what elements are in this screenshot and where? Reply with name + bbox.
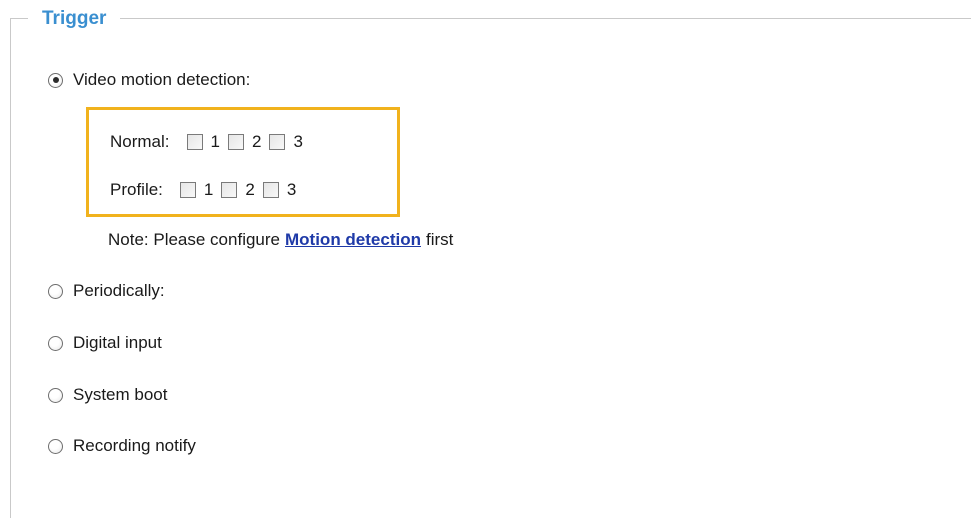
motion-note: Note: Please configure Motion detection … xyxy=(108,230,453,250)
normal-checkbox-1[interactable] xyxy=(186,134,203,150)
recording-notify-radio[interactable] xyxy=(48,438,63,454)
profile-label: Profile: xyxy=(110,180,163,199)
motion-window-highlight xyxy=(86,107,400,217)
video-motion-radio[interactable] xyxy=(48,72,63,88)
system-boot-option[interactable]: System boot xyxy=(48,385,168,405)
profile-row: Profile: 1 2 3 xyxy=(110,180,304,200)
normal-option-1-label: 1 xyxy=(210,132,220,151)
motion-detection-link[interactable]: Motion detection xyxy=(285,230,421,250)
digital-input-option[interactable]: Digital input xyxy=(48,333,162,353)
normal-option-2-label: 2 xyxy=(251,132,262,151)
normal-row: Normal: 1 2 3 xyxy=(110,132,311,152)
digital-input-label: Digital input xyxy=(73,333,162,352)
system-boot-label: System boot xyxy=(73,385,168,404)
profile-checkbox-3[interactable] xyxy=(262,182,279,198)
digital-input-radio[interactable] xyxy=(48,335,63,351)
profile-checkbox-2[interactable] xyxy=(221,182,238,198)
video-motion-option[interactable]: Video motion detection: xyxy=(48,70,250,90)
trigger-legend: Trigger xyxy=(28,6,121,32)
periodically-radio[interactable] xyxy=(48,283,63,299)
note-prefix: Note: Please configure xyxy=(108,230,280,249)
profile-option-2-label: 2 xyxy=(245,180,255,199)
profile-option-3-label: 3 xyxy=(286,180,297,199)
normal-checkbox-3[interactable] xyxy=(269,134,286,150)
recording-notify-label: Recording notify xyxy=(73,436,196,455)
profile-checkbox-1[interactable] xyxy=(179,182,196,198)
system-boot-radio[interactable] xyxy=(48,387,63,403)
normal-label: Normal: xyxy=(110,132,170,151)
periodically-label: Periodically: xyxy=(73,281,165,300)
normal-option-3-label: 3 xyxy=(293,132,303,151)
periodically-option[interactable]: Periodically: xyxy=(48,281,165,301)
profile-option-1-label: 1 xyxy=(203,180,214,199)
video-motion-label: Video motion detection: xyxy=(73,70,251,89)
recording-notify-option[interactable]: Recording notify xyxy=(48,436,196,456)
normal-checkbox-2[interactable] xyxy=(227,134,244,150)
note-suffix: first xyxy=(425,230,454,249)
